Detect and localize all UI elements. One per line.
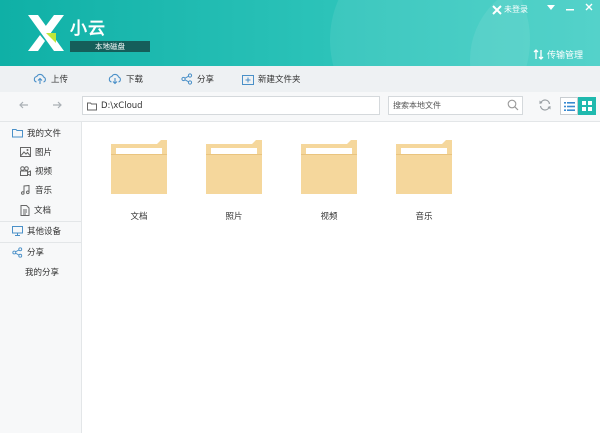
menu-dropdown-button[interactable] <box>541 2 561 16</box>
download-label: 下载 <box>126 75 144 85</box>
folder-icon <box>396 140 452 194</box>
login-label: 未登录 <box>504 5 528 14</box>
arrow-right-icon <box>53 101 62 109</box>
sidebar-label: 我的分享 <box>25 268 60 278</box>
sidebar-item-my-share[interactable]: 我的分享 <box>0 263 81 281</box>
sidebar: 我的文件 图片 视频 音乐 文档 其他设备 分享 我的分享 <box>0 122 82 433</box>
folder-icon <box>111 140 167 194</box>
list-view-button[interactable] <box>560 97 578 115</box>
share-icon <box>181 73 193 85</box>
share-label: 分享 <box>197 75 215 85</box>
folder-name: 音乐 <box>415 212 433 222</box>
sidebar-label: 分享 <box>27 248 45 258</box>
new-folder-button[interactable]: 新建文件夹 <box>242 66 301 92</box>
sidebar-label: 其他设备 <box>27 227 62 237</box>
image-icon <box>20 147 31 157</box>
search-box[interactable] <box>388 96 523 115</box>
cloud-upload-icon <box>33 73 46 84</box>
document-icon <box>20 204 30 216</box>
app-brand: 小云 <box>70 19 106 39</box>
app-subtitle: 本地磁盘 <box>95 42 125 51</box>
sidebar-item-share[interactable]: 分享 <box>0 243 81 261</box>
sidebar-item-music[interactable]: 音乐 <box>0 181 81 199</box>
path-text: D:\xCloud <box>101 100 143 111</box>
folder-item[interactable]: 照片 <box>204 140 264 222</box>
folder-name: 照片 <box>225 212 243 222</box>
folder-icon <box>301 140 357 194</box>
login-button[interactable]: 未登录 <box>492 4 528 15</box>
upload-label: 上传 <box>51 75 69 85</box>
folder-name: 文档 <box>130 212 148 222</box>
sidebar-item-documents[interactable]: 文档 <box>0 201 81 219</box>
app-header: 小云 本地磁盘 未登录 传输管理 <box>0 0 600 66</box>
sidebar-label: 视频 <box>35 167 53 177</box>
forward-button[interactable] <box>48 97 66 115</box>
transfer-manager-button[interactable]: 传输管理 <box>533 48 583 61</box>
sidebar-label: 我的文件 <box>27 129 62 139</box>
file-grid: 文档 照片 视频 音乐 <box>82 122 600 433</box>
close-x-icon <box>492 4 502 15</box>
arrow-left-icon <box>19 101 28 109</box>
folder-name: 视频 <box>320 212 338 222</box>
sidebar-label: 音乐 <box>35 186 53 196</box>
refresh-icon[interactable] <box>538 98 552 112</box>
folder-icon <box>12 129 23 138</box>
nav-bar: D:\xCloud <box>0 92 600 122</box>
folder-item[interactable]: 视频 <box>299 140 359 222</box>
sidebar-label: 图片 <box>35 148 53 158</box>
new-folder-label: 新建文件夹 <box>258 75 301 85</box>
monitor-icon <box>12 226 23 236</box>
list-view-icon <box>563 101 575 111</box>
grid-view-icon <box>582 101 592 111</box>
sidebar-item-images[interactable]: 图片 <box>0 143 81 161</box>
sidebar-label: 文档 <box>34 206 52 216</box>
cloud-download-icon <box>108 73 121 85</box>
video-icon <box>20 166 31 176</box>
toolbar: 上传 下载 分享 新建文件夹 <box>0 66 600 93</box>
new-folder-icon <box>242 74 254 85</box>
sidebar-item-videos[interactable]: 视频 <box>0 162 81 180</box>
transfer-icon <box>533 49 544 60</box>
close-icon <box>585 3 593 11</box>
search-input[interactable] <box>393 99 503 112</box>
xcloud-logo-icon <box>28 15 64 51</box>
folder-item[interactable]: 音乐 <box>394 140 454 222</box>
folder-icon <box>206 140 262 194</box>
transfer-label: 传输管理 <box>547 51 584 61</box>
dropdown-arrow-icon <box>547 5 555 10</box>
share-icon <box>12 246 23 258</box>
download-button[interactable]: 下载 <box>108 66 143 92</box>
back-button[interactable] <box>15 97 33 115</box>
share-button[interactable]: 分享 <box>181 66 214 92</box>
sidebar-item-my-files[interactable]: 我的文件 <box>0 124 81 142</box>
grid-view-button[interactable] <box>578 97 596 115</box>
minimize-button[interactable] <box>560 2 580 16</box>
sidebar-item-other-devices[interactable]: 其他设备 <box>0 222 81 240</box>
folder-item[interactable]: 文档 <box>109 140 169 222</box>
folder-icon <box>87 102 97 110</box>
minimize-icon <box>566 9 574 11</box>
music-icon <box>21 185 30 195</box>
search-icon[interactable] <box>507 99 519 111</box>
upload-button[interactable]: 上传 <box>33 66 68 92</box>
path-bar[interactable]: D:\xCloud <box>82 96 380 115</box>
close-button[interactable] <box>579 2 599 16</box>
